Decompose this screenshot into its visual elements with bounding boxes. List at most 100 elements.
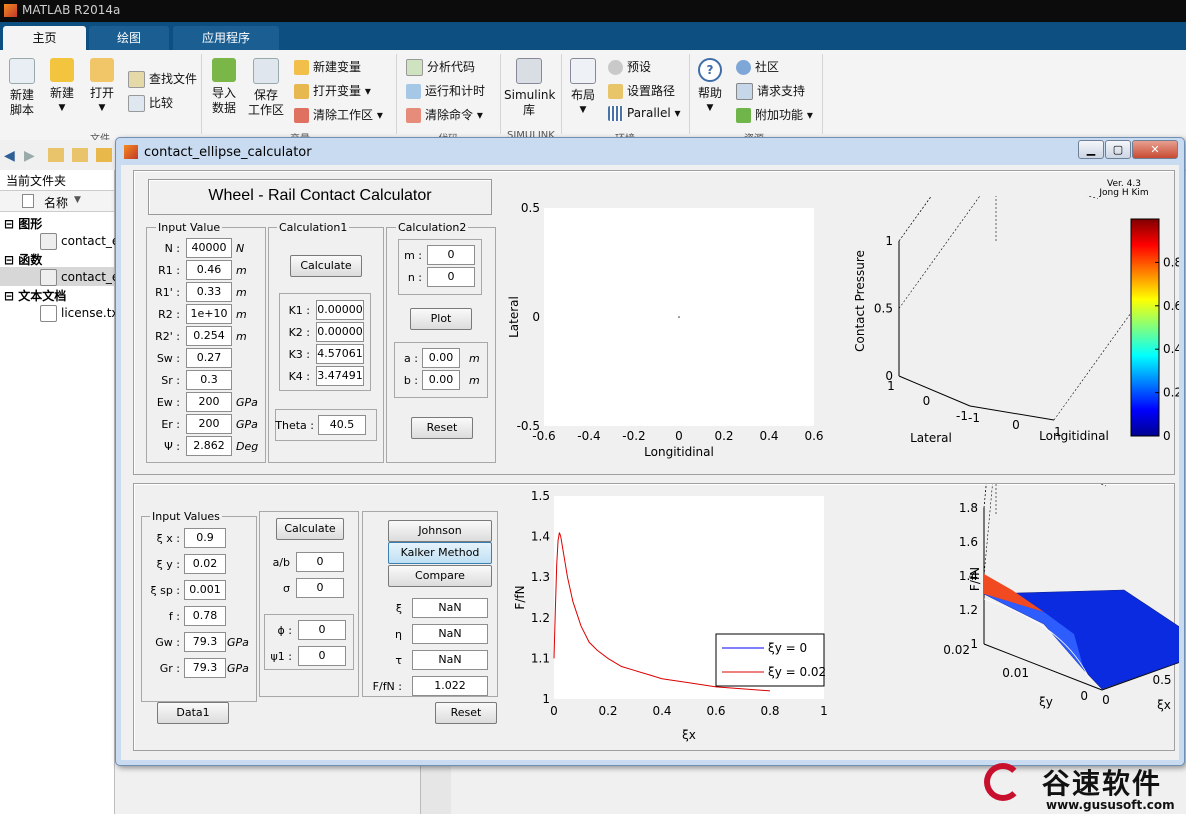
forward-arrow-icon[interactable]: ▶ bbox=[24, 148, 35, 164]
addons-button[interactable]: 附加功能 ▾ bbox=[736, 106, 813, 123]
phi-field[interactable]: 0 bbox=[298, 620, 346, 640]
compare-button[interactable]: Compare bbox=[388, 565, 492, 587]
data1-button[interactable]: Data1 bbox=[157, 702, 229, 724]
reset-button-bottom[interactable]: Reset bbox=[435, 702, 497, 724]
input-field[interactable]: 1e+10 bbox=[186, 304, 232, 324]
calculation1-group-label: Calculation1 bbox=[277, 221, 350, 234]
input-field[interactable]: 200 bbox=[186, 414, 232, 434]
preferences-button[interactable]: 预设 bbox=[608, 58, 651, 75]
k-field[interactable]: 0.00000 bbox=[316, 300, 364, 320]
x-tick-label: 0 bbox=[1102, 693, 1110, 707]
browse-folder-icon[interactable] bbox=[72, 148, 88, 162]
tab-apps[interactable]: 应用程序 bbox=[173, 26, 279, 50]
section-label: 函数 bbox=[18, 253, 43, 267]
input-field[interactable]: 0.78 bbox=[184, 606, 226, 626]
input-field[interactable]: 2.862 bbox=[186, 436, 232, 456]
compare-button[interactable]: 比较 bbox=[128, 94, 173, 112]
k-field[interactable]: 3.47491 bbox=[316, 366, 364, 386]
folder-section-figures[interactable]: ⊟ 图形 bbox=[4, 215, 42, 232]
sigma-field[interactable]: 0 bbox=[296, 578, 344, 598]
save-workspace-button[interactable]: 保存 工作区 bbox=[246, 58, 286, 118]
input-field[interactable]: 0.33 bbox=[186, 282, 232, 302]
run-and-time-button[interactable]: 运行和计时 bbox=[406, 82, 485, 99]
result-field[interactable]: NaN bbox=[412, 624, 488, 644]
input-field[interactable]: 0.3 bbox=[186, 370, 232, 390]
reset-button-top[interactable]: Reset bbox=[411, 417, 473, 439]
contact-pressure-3d-chart: 00.5110-1 -1 0 1Lateral LongitidinalContact … bbox=[853, 196, 1179, 445]
a-field[interactable]: 0.00 bbox=[422, 348, 460, 368]
input-field[interactable]: 0.254 bbox=[186, 326, 232, 346]
clear-workspace-button[interactable]: 清除工作区 ▾ bbox=[294, 106, 383, 123]
input-field[interactable]: 0.27 bbox=[186, 348, 232, 368]
folder-section-text[interactable]: ⊟ 文本文档 bbox=[4, 287, 66, 304]
back-arrow-icon[interactable]: ◀ bbox=[4, 148, 15, 164]
watermark-brand: 谷速软件 bbox=[1042, 767, 1163, 800]
up-folder-icon[interactable] bbox=[48, 148, 64, 162]
kalker-method-button[interactable]: Kalker Method bbox=[388, 542, 492, 564]
input-field[interactable]: 79.3 bbox=[184, 632, 226, 652]
y-tick-label: 0.02 bbox=[943, 643, 970, 657]
file-item[interactable]: contact_el bbox=[40, 269, 123, 286]
input-unit: m bbox=[236, 264, 247, 277]
result-field[interactable]: 1.022 bbox=[412, 676, 488, 696]
input-unit: N bbox=[236, 242, 245, 255]
minimize-button[interactable]: ▁ bbox=[1078, 140, 1104, 159]
folder-section-functions[interactable]: ⊟ 函数 bbox=[4, 251, 42, 268]
ab-field[interactable]: 0 bbox=[296, 552, 344, 572]
file-item[interactable]: contact_el bbox=[40, 233, 123, 250]
n-field[interactable]: 0 bbox=[427, 267, 475, 287]
close-button[interactable]: ✕ bbox=[1132, 140, 1178, 159]
result-label: τ bbox=[395, 654, 402, 667]
open-button[interactable]: 打开 ▼ bbox=[86, 58, 118, 116]
file-item[interactable]: license.txt bbox=[40, 305, 123, 322]
calculate-button[interactable]: Calculate bbox=[290, 255, 362, 277]
input-field[interactable]: 0.46 bbox=[186, 260, 232, 280]
psi1-field[interactable]: 0 bbox=[298, 646, 346, 666]
open-variable-button[interactable]: 打开变量 ▾ bbox=[294, 82, 371, 99]
input-label: Ψ : bbox=[164, 440, 180, 453]
tab-home[interactable]: 主页 bbox=[3, 26, 86, 50]
plot-button[interactable]: Plot bbox=[410, 308, 472, 330]
analyze-code-icon bbox=[406, 59, 423, 76]
y-tick-label: 0.01 bbox=[1002, 666, 1029, 680]
clear-commands-button[interactable]: 清除命令 ▾ bbox=[406, 106, 483, 123]
m-field[interactable]: 0 bbox=[427, 245, 475, 265]
input-field[interactable]: 40000 bbox=[186, 238, 232, 258]
set-path-button[interactable]: 设置路径 bbox=[608, 82, 675, 99]
save-icon bbox=[253, 58, 279, 84]
b-field[interactable]: 0.00 bbox=[422, 370, 460, 390]
request-support-button[interactable]: 请求支持 bbox=[736, 82, 805, 100]
johnson-vermeulen-button[interactable]: Johnson Vermeulen bbox=[388, 520, 492, 557]
layout-button[interactable]: 布局 ▼ bbox=[567, 58, 599, 118]
community-button[interactable]: 社区 bbox=[736, 58, 779, 75]
tab-plots[interactable]: 绘图 bbox=[89, 26, 169, 50]
input-label: ξ x : bbox=[156, 532, 180, 545]
result-field[interactable]: NaN bbox=[412, 598, 488, 618]
k-field[interactable]: 0.00000 bbox=[316, 322, 364, 342]
input-field[interactable]: 200 bbox=[186, 392, 232, 412]
input-field[interactable]: 0.02 bbox=[184, 554, 226, 574]
new-script-button[interactable]: 新建 脚本 bbox=[6, 58, 38, 118]
help-button[interactable]: ? 帮助 ▼ bbox=[694, 58, 726, 116]
input-field[interactable]: 0.9 bbox=[184, 528, 226, 548]
input-label: R1 : bbox=[158, 264, 180, 277]
new-button[interactable]: 新建 ▼ bbox=[46, 58, 78, 116]
input-field[interactable]: 79.3 bbox=[184, 658, 226, 678]
input-field[interactable]: 0.001 bbox=[184, 580, 226, 600]
k-field[interactable]: 4.57061 bbox=[316, 344, 364, 364]
import-data-button[interactable]: 导入 数据 bbox=[208, 58, 240, 116]
calculate-button-bottom[interactable]: Calculate bbox=[276, 518, 344, 540]
find-files-button[interactable]: 查找文件 bbox=[128, 70, 197, 88]
folder-icon bbox=[96, 148, 112, 162]
column-header[interactable]: 名称 ▼ bbox=[0, 190, 114, 212]
theta-field[interactable]: 40.5 bbox=[318, 415, 366, 435]
simulink-library-button[interactable]: Simulink 库 bbox=[504, 58, 555, 118]
parallel-button[interactable]: Parallel ▾ bbox=[608, 106, 681, 121]
find-files-icon bbox=[128, 71, 145, 88]
ribbon-separator bbox=[561, 54, 562, 134]
maximize-button[interactable]: ▢ bbox=[1105, 140, 1131, 159]
new-variable-button[interactable]: 新建变量 bbox=[294, 58, 361, 75]
x-tick-label: 0 bbox=[675, 429, 683, 443]
result-field[interactable]: NaN bbox=[412, 650, 488, 670]
analyze-code-button[interactable]: 分析代码 bbox=[406, 58, 475, 76]
